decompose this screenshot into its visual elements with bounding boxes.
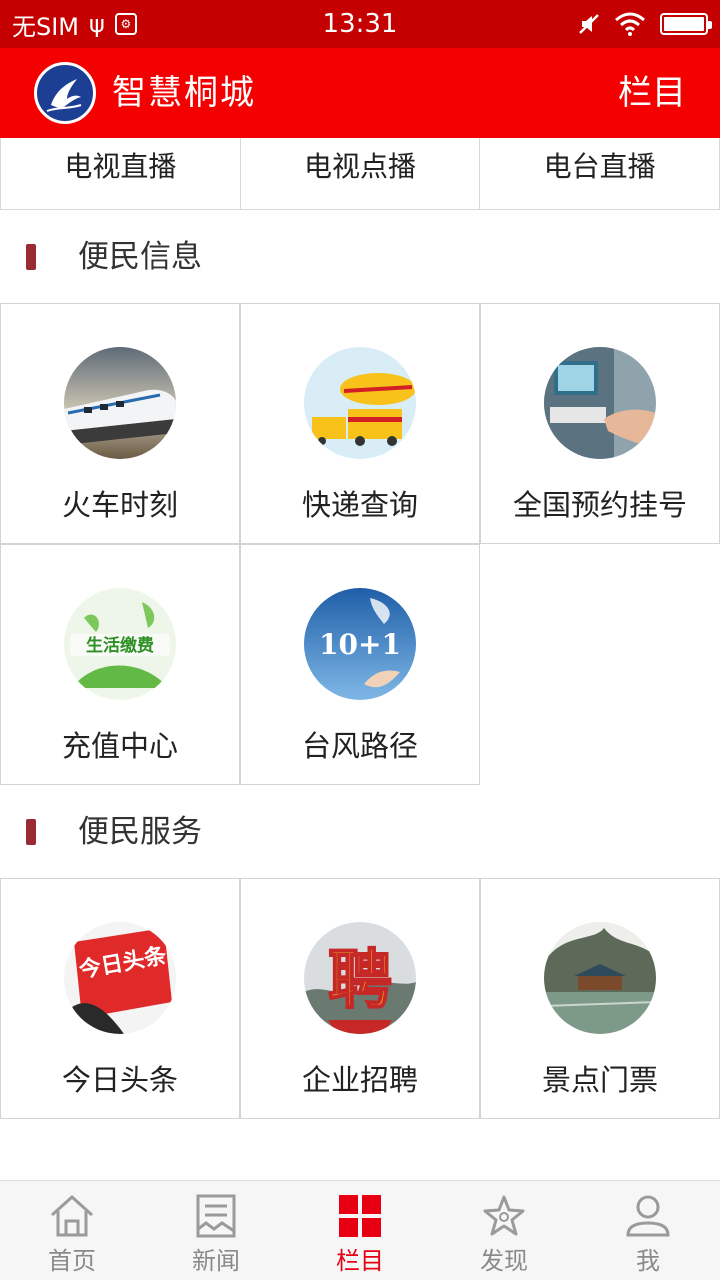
typhoon-icon-text: 10+1 <box>319 628 401 661</box>
tile-recharge-center[interactable]: 生活缴费 充值中心 <box>0 544 240 785</box>
grid-icon <box>336 1193 384 1239</box>
tv-vod-button[interactable]: 电视点播 <box>239 138 481 210</box>
user-icon <box>624 1193 672 1239</box>
tile-train-schedule[interactable]: 火车时刻 <box>0 303 240 544</box>
tile-typhoon-path[interactable]: 10+1 台风路径 <box>240 544 480 785</box>
nav-me[interactable]: 我 <box>576 1181 720 1280</box>
bill-payment-icon: 生活缴费 <box>64 588 176 700</box>
carrier-label: 无SIM <box>12 12 80 41</box>
info-grid: 火车时刻 快递查询 全国预约挂号 生活缴费 充值中心 10+1 台风路径 <box>0 303 720 785</box>
recruitment-icon-text: 聘 <box>328 944 392 1018</box>
nav-label: 我 <box>636 1247 660 1275</box>
section-header-services: 便民服务 <box>0 787 720 877</box>
nav-columns[interactable]: 栏目 <box>288 1181 432 1280</box>
discover-star-icon <box>480 1193 528 1239</box>
column-menu-button[interactable]: 栏目 <box>618 48 686 138</box>
nav-discover[interactable]: 发现 <box>432 1181 576 1280</box>
radio-live-button[interactable]: 电台直播 <box>479 138 720 210</box>
app-title: 智慧桐城 <box>112 73 256 113</box>
section-marker <box>26 244 36 270</box>
bottom-navigation: 首页 新闻 栏目 发现 我 <box>0 1180 720 1280</box>
nav-label: 首页 <box>48 1247 96 1275</box>
battery-level <box>664 17 704 31</box>
wifi-icon <box>614 12 646 36</box>
headline-news-icon: 今日头条 <box>64 922 176 1034</box>
bill-payment-icon-text: 生活缴费 <box>86 635 154 656</box>
tile-label: 台风路径 <box>301 729 418 763</box>
tile-enterprise-recruitment[interactable]: 聘 企业招聘 <box>240 878 480 1119</box>
tile-label: 企业招聘 <box>301 1063 418 1097</box>
nav-label: 栏目 <box>336 1247 384 1275</box>
media-row: 电视直播 电视点播 电台直播 <box>0 138 720 210</box>
status-bar: 13:31 无SIM ψ ⚙ <box>0 0 720 48</box>
nav-label: 新闻 <box>192 1247 240 1275</box>
status-right <box>578 0 712 48</box>
tile-label: 火车时刻 <box>61 488 178 522</box>
news-icon <box>192 1193 240 1239</box>
recruitment-icon: 聘 <box>304 922 416 1034</box>
status-left: 无SIM ψ ⚙ <box>12 0 137 48</box>
tile-label: 全国预约挂号 <box>512 488 687 522</box>
usb-debug-icon: ⚙ <box>114 13 137 35</box>
app-bar: 智慧桐城 栏目 <box>0 48 720 138</box>
scenic-spot-icon <box>544 922 656 1034</box>
train-icon <box>64 347 176 459</box>
usb-icon: ψ <box>89 10 105 38</box>
tv-live-button[interactable]: 电视直播 <box>0 138 241 210</box>
app-logo-icon[interactable] <box>34 62 96 124</box>
section-marker <box>26 819 36 845</box>
home-icon <box>48 1193 96 1239</box>
nav-label: 发现 <box>480 1247 528 1275</box>
services-grid: 今日头条 今日头条 聘 企业招聘 景点门票 <box>0 878 720 1119</box>
battery-icon <box>660 13 712 35</box>
section-title: 便民信息 <box>78 239 202 275</box>
tile-label: 充值中心 <box>61 729 178 763</box>
tile-scenic-tickets[interactable]: 景点门票 <box>480 878 720 1119</box>
delivery-truck-icon <box>304 347 416 459</box>
tile-label: 今日头条 <box>61 1063 178 1097</box>
nav-home[interactable]: 首页 <box>0 1181 144 1280</box>
mute-icon <box>578 13 600 35</box>
tile-express-query[interactable]: 快递查询 <box>240 303 480 544</box>
section-title: 便民服务 <box>78 814 202 850</box>
tile-today-headlines[interactable]: 今日头条 今日头条 <box>0 878 240 1119</box>
tile-appointment-registration[interactable]: 全国预约挂号 <box>480 303 720 544</box>
atm-icon <box>544 347 656 459</box>
section-header-info: 便民信息 <box>0 212 720 302</box>
tile-label: 景点门票 <box>541 1063 658 1097</box>
tile-label: 快递查询 <box>301 488 418 522</box>
typhoon-icon: 10+1 <box>304 588 416 700</box>
nav-news[interactable]: 新闻 <box>144 1181 288 1280</box>
